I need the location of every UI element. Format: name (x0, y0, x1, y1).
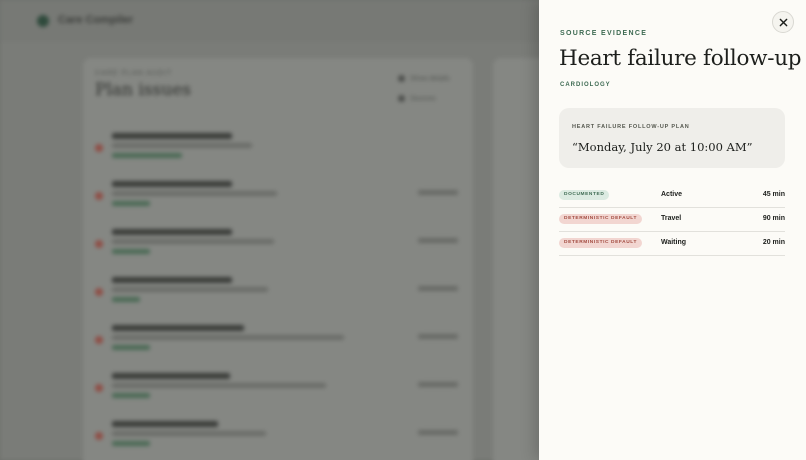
sources-toggle: Sources (398, 95, 436, 102)
alert-icon (95, 384, 103, 392)
duration-value: 90 min (762, 215, 785, 222)
issue-status (418, 382, 458, 387)
issue-row (92, 229, 462, 269)
issue-status (418, 334, 458, 339)
issue-description (112, 431, 266, 436)
issue-title (112, 133, 232, 139)
issue-description (112, 191, 277, 196)
issue-tag (112, 201, 150, 206)
issue-tag (112, 297, 140, 302)
app-name: Care Compiler (58, 14, 134, 26)
source-quote-card: HEART FAILURE FOLLOW-UP PLAN “Monday, Ju… (559, 108, 785, 168)
status-badge: DETERMINISTIC DEFAULT (559, 214, 643, 224)
issue-row (92, 133, 462, 173)
issue-tag (112, 153, 182, 158)
duration-value: 45 min (762, 191, 785, 198)
evidence-table: DOCUMENTED Active 45 min DETERMINISTIC D… (559, 184, 785, 256)
phase-label: Travel (661, 215, 682, 222)
issue-title (112, 229, 232, 235)
specialty-label: CARDIOLOGY (560, 82, 611, 88)
issue-status (418, 286, 458, 291)
issue-status (418, 430, 458, 435)
issue-title (112, 373, 230, 379)
issue-title (112, 325, 244, 331)
source-quote-text: “Monday, July 20 at 10:00 AM” (572, 140, 753, 154)
issue-row (92, 181, 462, 221)
issue-description (112, 335, 344, 340)
alert-icon (95, 144, 103, 152)
evidence-row: DETERMINISTIC DEFAULT Waiting 20 min (559, 232, 785, 256)
evidence-row: DOCUMENTED Active 45 min (559, 184, 785, 208)
status-badge: DOCUMENTED (559, 190, 610, 200)
issue-row (92, 421, 462, 460)
close-button[interactable] (772, 11, 794, 33)
status-badge: DETERMINISTIC DEFAULT (559, 238, 643, 248)
alert-icon (95, 432, 103, 440)
issue-row (92, 373, 462, 413)
show-details-toggle: Show details (398, 75, 450, 82)
issue-title (112, 421, 218, 427)
panel-eyebrow: SOURCE EVIDENCE (560, 30, 648, 37)
evidence-row: DETERMINISTIC DEFAULT Travel 90 min (559, 208, 785, 232)
alert-icon (95, 336, 103, 344)
issue-description (112, 287, 268, 292)
alert-icon (95, 288, 103, 296)
issue-title (112, 181, 232, 187)
app-logo-icon (37, 15, 49, 27)
issue-row (92, 325, 462, 365)
alert-icon (95, 240, 103, 248)
issue-tag (112, 345, 150, 350)
issue-status (418, 238, 458, 243)
alert-icon (95, 192, 103, 200)
close-icon (779, 18, 787, 26)
source-evidence-panel: SOURCE EVIDENCE Heart failure follow-up … (539, 0, 806, 460)
duration-value: 20 min (762, 239, 785, 246)
issue-tag (112, 441, 150, 446)
issue-status (418, 190, 458, 195)
card-kicker: CARE PLAN AUDIT (95, 70, 173, 77)
phase-label: Active (661, 191, 683, 198)
issue-row (92, 277, 462, 317)
issue-tag (112, 249, 150, 254)
source-quote-label: HEART FAILURE FOLLOW-UP PLAN (572, 124, 690, 130)
issue-description (112, 383, 326, 388)
card-title: Plan issues (95, 80, 191, 100)
phase-label: Waiting (661, 239, 687, 246)
issue-description (112, 239, 274, 244)
issue-title (112, 277, 232, 283)
panel-title: Heart failure follow-up (559, 46, 802, 71)
issue-description (112, 143, 252, 148)
issue-tag (112, 393, 150, 398)
